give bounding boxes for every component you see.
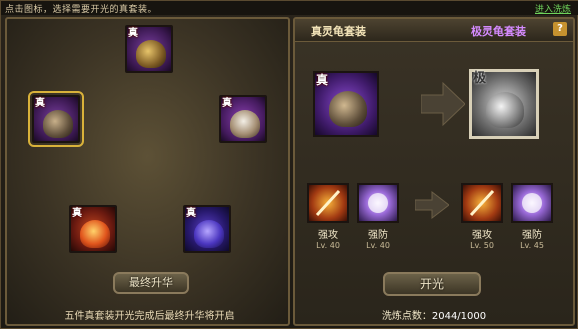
turtle-beast-grey-icon [486,92,524,128]
skill-upgrade-arrow-icon [415,191,449,219]
suit-selection-panel: 真 真 真 真 真 最终升华 五件真套装开光完成后最终升华将开启 [5,17,290,326]
turtle-beast-icon [43,110,73,138]
suit-tier-tag: 真 [35,98,45,109]
sword-icon [469,189,495,217]
top-bar: 点击图标，选择需要开光的真套装。 进入洗炼 [1,1,578,15]
suit-tier-tag: 真 [316,73,329,87]
instruction-text: 点击图标，选择需要开光的真套装。 [5,5,158,15]
final-sublimation-button[interactable]: 最终升华 [113,272,189,294]
help-button[interactable]: ? [553,22,567,36]
suit-upgrade-panel: 真灵龟套装 极灵龟套装 ? 真 极 强攻 Lv. 40 强防 Lv. 40 强攻… [293,17,575,326]
refine-points-label: 洗炼点数： [381,311,432,322]
suit-tier-tag: 真 [222,98,232,109]
current-suit-slot: 真 [313,71,379,137]
tiger-icon [230,110,260,138]
current-suit-title: 真灵龟套装 [311,25,366,38]
skill-level: Lv. 40 [316,241,340,250]
target-suit-title: 极灵龟套装 [471,25,526,38]
enter-refine-link[interactable]: 进入洗炼 [535,2,571,15]
shield-glow-icon [522,193,542,213]
skill-label: 强攻 [472,230,492,241]
sword-icon [315,189,341,217]
suit-slot-gold-dragon[interactable]: 真 [125,25,173,73]
phoenix-icon [80,220,110,248]
suit-slot-turtle[interactable]: 真 [28,91,84,147]
target-suit-slot: 极 [469,69,539,139]
skill-label: 强防 [522,230,542,241]
skill-slot-defense-current [357,183,399,223]
suit-slot-tiger[interactable]: 真 [219,95,267,143]
upgrade-arrow-icon [421,81,465,127]
shield-glow-icon [368,193,388,213]
final-sublimation-tip: 五件真套装开光完成后最终升华将开启 [64,311,235,322]
suit-tier-tag: 真 [72,208,82,219]
skill-slot-attack-upgraded [461,183,503,223]
skill-slot-defense-upgraded [511,183,553,223]
open-light-button[interactable]: 开光 [383,272,481,296]
suit-tier-tag: 真 [186,208,196,219]
suit-slot-phoenix[interactable]: 真 [69,205,117,253]
suit-tier-tag: 真 [128,28,138,39]
refine-points: 洗炼点数：2044/1000 [295,307,573,322]
skill-label: 强防 [368,230,388,241]
skill-level: Lv. 50 [470,241,494,250]
suit-slot-dragon[interactable]: 真 [183,205,231,253]
turtle-beast-icon [329,91,367,127]
upgrade-header: 真灵龟套装 极灵龟套装 ? [295,19,573,42]
skill-level: Lv. 45 [520,241,544,250]
suit-tier-tag: 极 [473,71,487,86]
skill-level: Lv. 40 [366,241,390,250]
skill-slot-attack-current [307,183,349,223]
suit-enlightenment-window: 点击图标，选择需要开光的真套装。 进入洗炼 真 真 真 真 真 最终升华 五件真… [0,0,578,329]
gold-dragon-icon [136,40,166,68]
refine-points-value: 2044/1000 [431,311,487,322]
blue-dragon-icon [194,220,224,248]
skill-label: 强攻 [318,230,338,241]
